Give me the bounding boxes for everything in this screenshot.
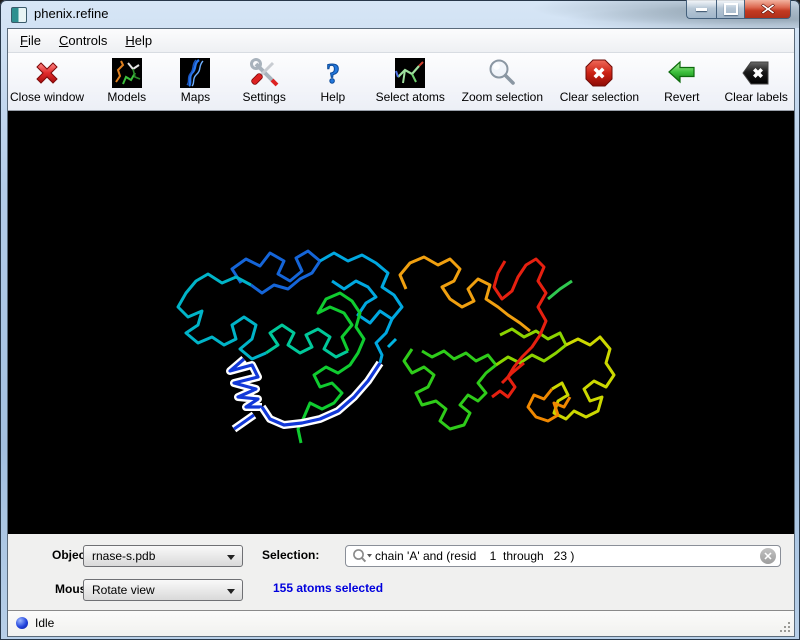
molecule-segment <box>232 251 320 293</box>
client-area: FileControlsHelp Close window Models Map… <box>7 28 795 637</box>
molecule-segment <box>376 319 392 363</box>
molecule-trace[interactable] <box>8 111 792 534</box>
toolbar-label: Help <box>321 90 346 104</box>
mouse-dropdown[interactable]: Rotate view <box>83 579 243 601</box>
window-title: phenix.refine <box>34 6 108 21</box>
menu-item-controls[interactable]: Controls <box>50 31 116 50</box>
toolbar-select-atoms-button[interactable]: Select atoms <box>376 57 445 104</box>
menu-item-file[interactable]: File <box>11 31 50 50</box>
selection-input[interactable] <box>375 549 760 563</box>
resize-grip[interactable] <box>779 621 792 634</box>
viewport-3d[interactable] <box>8 111 794 534</box>
minimize-icon <box>696 8 707 11</box>
maximize-button[interactable] <box>716 0 745 19</box>
menu-item-help[interactable]: Help <box>116 31 161 50</box>
molecule-segment <box>262 363 380 425</box>
svg-text:?: ? <box>326 59 340 89</box>
toolbar-label: Close window <box>10 90 84 104</box>
toolbar-label: Models <box>107 90 146 104</box>
toolbar-clear-labels-button[interactable]: Clear labels <box>725 57 788 104</box>
search-icon[interactable] <box>352 548 372 564</box>
zoom-selection-icon <box>486 57 518 89</box>
toolbar-label: Maps <box>181 90 210 104</box>
select-atoms-icon <box>394 57 426 89</box>
revert-icon <box>666 57 698 89</box>
toolbar: Close window Models Maps Settings ?Help … <box>8 53 794 111</box>
molecule-segment <box>234 415 254 429</box>
chevron-down-icon <box>227 589 235 594</box>
toolbar-label: Clear labels <box>725 90 788 104</box>
toolbar-label: Select atoms <box>376 90 445 104</box>
chevron-down-icon <box>227 555 235 560</box>
object-dropdown-value: rnase-s.pdb <box>92 549 155 563</box>
status-bar: Idle <box>8 611 794 636</box>
toolbar-help-button[interactable]: ?Help <box>307 57 359 104</box>
toolbar-models-button[interactable]: Models <box>101 57 153 104</box>
clear-field-icon[interactable]: ✕ <box>760 548 776 564</box>
toolbar-revert-button[interactable]: Revert <box>656 57 708 104</box>
close-button[interactable] <box>745 0 791 19</box>
help-icon: ? <box>317 57 349 89</box>
title-bar[interactable]: phenix.refine <box>0 0 800 28</box>
maps-icon <box>179 57 211 89</box>
molecule-segment <box>266 325 348 357</box>
status-text: Idle <box>35 616 54 630</box>
toolbar-label: Revert <box>664 90 699 104</box>
object-dropdown[interactable]: rnase-s.pdb <box>83 545 243 567</box>
status-indicator-icon <box>16 617 28 629</box>
molecule-segment <box>404 349 496 429</box>
toolbar-label: Zoom selection <box>462 90 543 104</box>
close-window-icon <box>31 57 63 89</box>
mouse-dropdown-value: Rotate view <box>92 583 155 597</box>
atoms-selected-status: 155 atoms selected <box>273 581 383 595</box>
models-icon <box>111 57 143 89</box>
app-icon <box>11 7 27 23</box>
minimize-button[interactable] <box>686 0 716 19</box>
toolbar-zoom-selection-button[interactable]: Zoom selection <box>462 57 543 104</box>
close-icon <box>761 3 775 15</box>
selection-field: ✕ <box>345 545 781 567</box>
toolbar-label: Clear selection <box>560 90 639 104</box>
toolbar-settings-button[interactable]: Settings <box>238 57 290 104</box>
toolbar-label: Settings <box>242 90 285 104</box>
clear-labels-icon <box>740 57 772 89</box>
selection-label: Selection: <box>262 548 319 562</box>
toolbar-clear-selection-button[interactable]: Clear selection <box>560 57 639 104</box>
settings-icon <box>248 57 280 89</box>
clear-selection-icon <box>583 57 615 89</box>
menu-bar: FileControlsHelp <box>8 29 794 53</box>
toolbar-close-window-button[interactable]: Close window <box>10 57 84 104</box>
control-panel: Object: rnase-s.pdb Selection: ✕ Mouse: … <box>8 534 794 611</box>
molecule-segment <box>548 281 572 299</box>
maximize-icon <box>724 3 738 15</box>
molecule-segment <box>388 339 396 347</box>
toolbar-maps-button[interactable]: Maps <box>169 57 221 104</box>
molecule-segment <box>492 259 546 397</box>
app-window: phenix.refine FileControlsHelp Close win… <box>0 0 800 640</box>
